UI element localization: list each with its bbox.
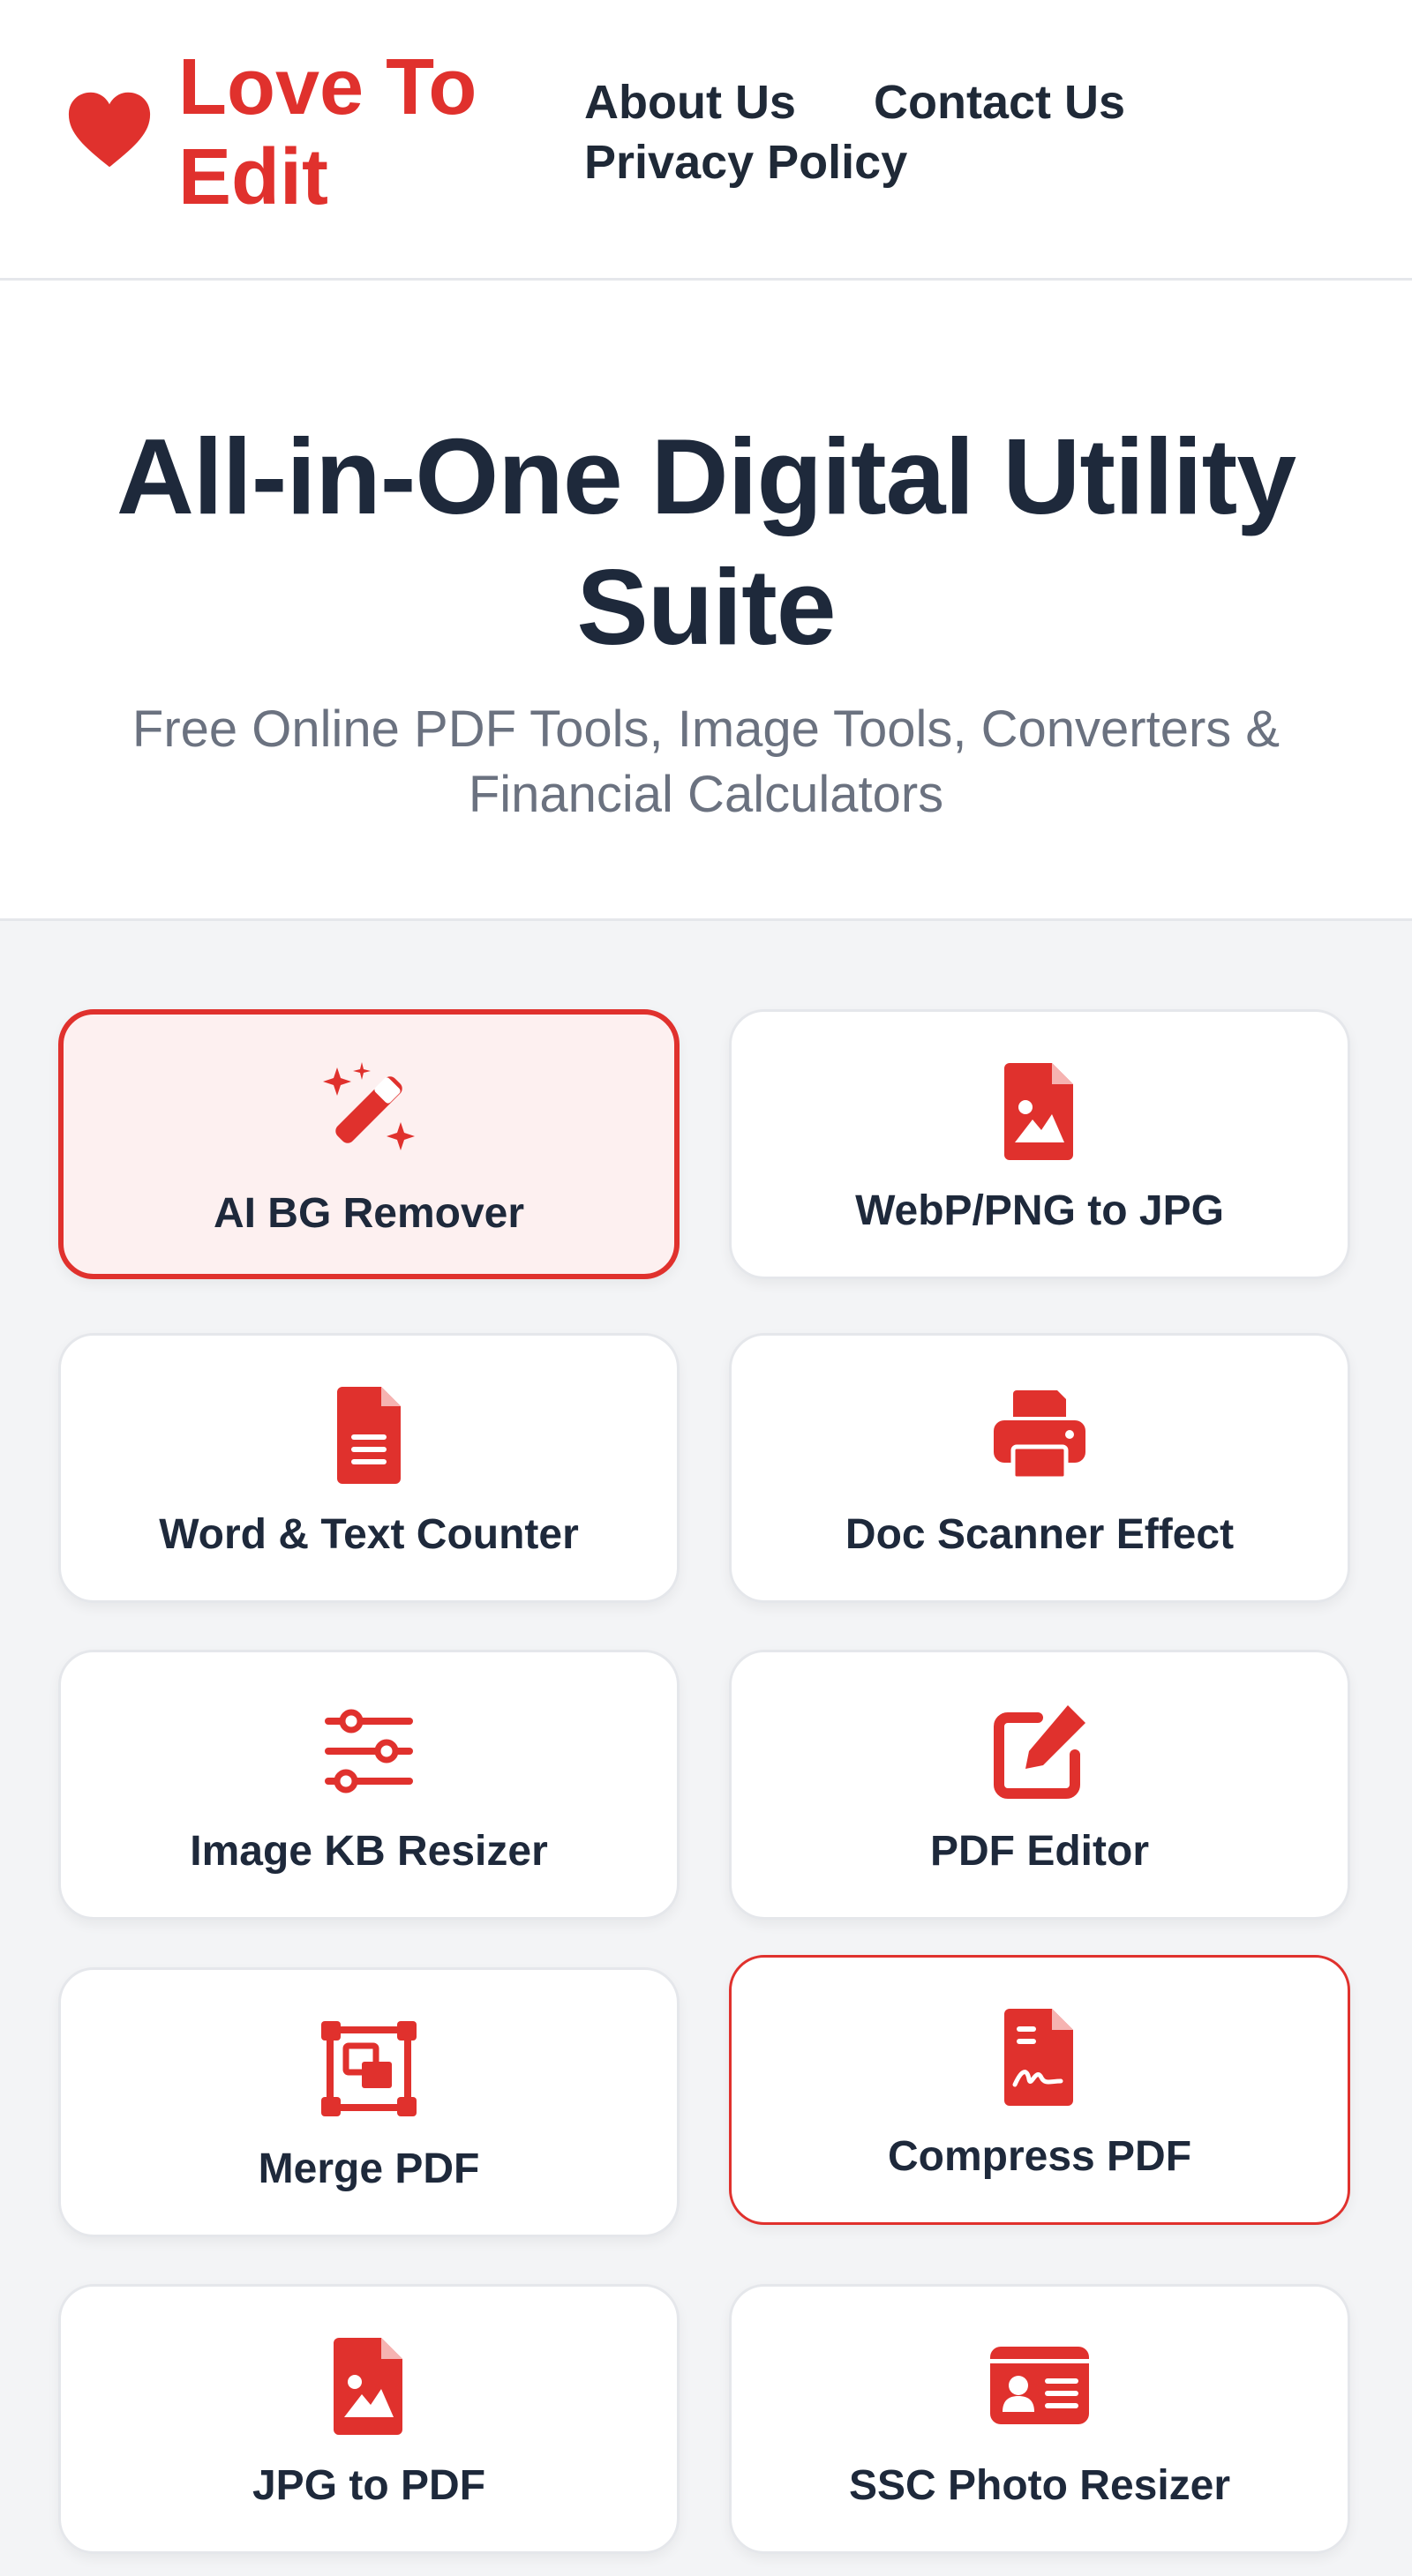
tool-card-webp-png-to-jpg[interactable]: WebP/PNG to JPG [729,1009,1350,1279]
printer-icon [987,1382,1093,1487]
tool-card-word-text-counter[interactable]: Word & Text Counter [58,1333,680,1603]
tool-label: SSC Photo Resizer [848,2462,1231,2509]
hero-section: All-in-One Digital Utility Suite Free On… [0,281,1412,921]
text-file-icon [316,1382,422,1487]
tool-label: Doc Scanner Effect [845,1511,1235,1558]
tool-label: Compress PDF [887,2133,1192,2180]
heart-icon[interactable] [67,92,152,169]
image-file-icon [987,1058,1093,1164]
tool-card-merge-pdf[interactable]: Merge PDF [58,1967,680,2237]
tool-card-jpg-to-pdf[interactable]: JPG to PDF [58,2284,680,2554]
nav-privacy-link[interactable]: Privacy Policy [584,134,907,191]
signature-file-icon [987,2003,1093,2109]
id-card-icon [987,2333,1093,2438]
tool-label: WebP/PNG to JPG [855,1187,1224,1234]
hero-title: All-in-One Digital Utility Suite [116,416,1296,667]
tool-card-pdf-editor[interactable]: PDF Editor [729,1650,1350,1920]
site-header: Love To Edit About Us Contact Us Privacy… [0,0,1412,281]
brand-name[interactable]: Love To Edit [178,42,514,222]
tool-card-ai-bg-remover[interactable]: AI BG Remover [58,1009,680,1279]
tool-card-ssc-photo-resizer[interactable]: SSC Photo Resizer [729,2284,1350,2554]
tool-label: JPG to PDF [252,2462,486,2509]
tool-label: AI BG Remover [213,1190,525,1237]
tool-label: PDF Editor [930,1828,1149,1875]
tool-card-compress-pdf[interactable]: Compress PDF [729,1955,1350,2225]
object-group-icon [316,2016,422,2122]
tool-label: Image KB Resizer [190,1828,548,1875]
edit-icon [987,1698,1093,1804]
nav-about-link[interactable]: About Us [584,74,796,131]
hero-subtitle: Free Online PDF Tools, Image Tools, Conv… [131,700,1281,823]
image-file-icon [316,2333,422,2438]
tool-label: Word & Text Counter [159,1511,579,1558]
tool-card-doc-scanner-effect[interactable]: Doc Scanner Effect [729,1333,1350,1603]
tool-label: Merge PDF [258,2145,480,2192]
sliders-icon [316,1698,422,1804]
magic-wand-icon [316,1060,422,1166]
nav-contact-link[interactable]: Contact Us [874,74,1125,131]
tool-card-image-kb-resizer[interactable]: Image KB Resizer [58,1650,680,1920]
